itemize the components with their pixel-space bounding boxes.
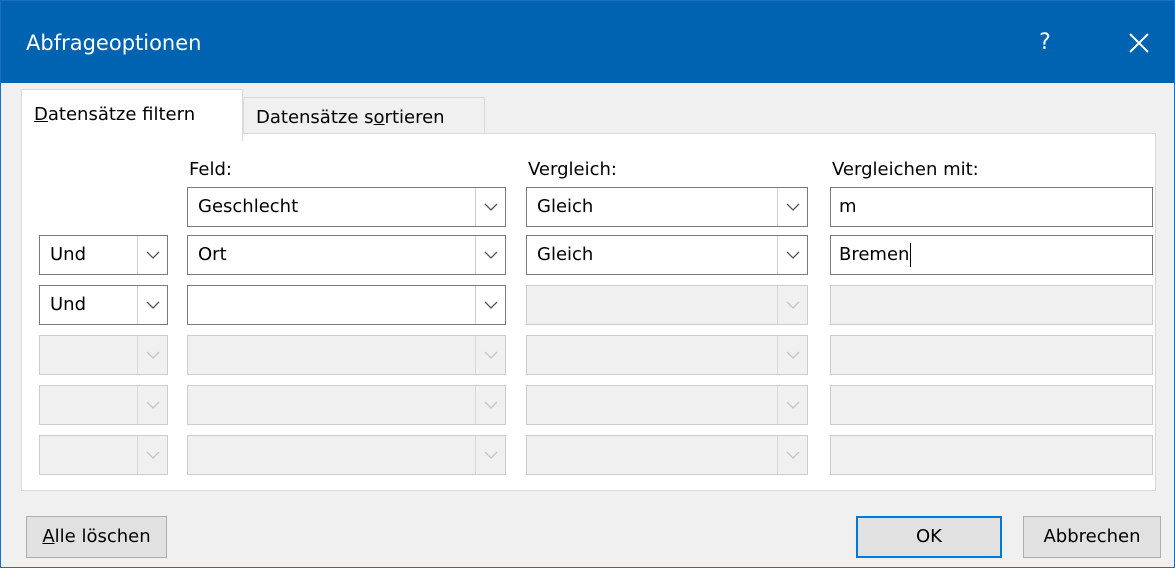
compare-value-row2[interactable]: Bremen <box>830 235 1153 275</box>
dropdown-arrow <box>137 336 167 374</box>
dropdown-arrow <box>777 286 807 324</box>
ok-button[interactable]: OK <box>856 516 1002 558</box>
compare-value-text: m <box>839 196 857 217</box>
dropdown-arrow <box>777 336 807 374</box>
chevron-down-icon <box>146 351 160 359</box>
chevron-down-icon <box>146 301 160 309</box>
dropdown-arrow <box>137 436 167 474</box>
chevron-down-icon <box>484 203 498 211</box>
comparison-combo-row5 <box>526 385 808 425</box>
field-combo-row2[interactable]: Ort <box>187 235 506 275</box>
chevron-down-icon <box>786 251 800 259</box>
compare-value-row4 <box>830 335 1153 375</box>
clear-all-label: lle löschen <box>54 526 151 547</box>
dropdown-arrow[interactable] <box>137 286 167 324</box>
chevron-down-icon <box>146 251 160 259</box>
chevron-down-icon <box>146 451 160 459</box>
chevron-down-icon <box>484 451 498 459</box>
field-combo-row6 <box>187 435 506 475</box>
dropdown-arrow[interactable] <box>475 188 505 226</box>
connector-combo-row2[interactable]: Und <box>39 235 168 275</box>
compare-value-row5 <box>830 385 1153 425</box>
chevron-down-icon <box>786 451 800 459</box>
tab-sort-label: rtieren <box>384 107 445 128</box>
comparison-combo-row1[interactable]: Gleich <box>526 187 808 227</box>
comparison-value: Gleich <box>537 244 594 265</box>
clear-all-accel: A <box>42 526 55 547</box>
compare-value-row3 <box>830 285 1153 325</box>
comparison-combo-row6 <box>526 435 808 475</box>
field-combo-row1[interactable]: Geschlecht <box>187 187 506 227</box>
compare-value-row6 <box>830 435 1153 475</box>
field-header: Feld: <box>189 159 232 180</box>
field-value: Ort <box>198 244 227 265</box>
chevron-down-icon <box>786 301 800 309</box>
chevron-down-icon <box>146 401 160 409</box>
dropdown-arrow <box>475 336 505 374</box>
dropdown-arrow[interactable] <box>475 236 505 274</box>
connector-combo-row6 <box>39 435 168 475</box>
title-bar: Abfrageoptionen ? <box>1 1 1174 83</box>
dropdown-arrow[interactable] <box>475 286 505 324</box>
chevron-down-icon <box>484 251 498 259</box>
compare-value-row1[interactable]: m <box>830 187 1153 227</box>
chevron-down-icon <box>484 351 498 359</box>
connector-combo-row5 <box>39 385 168 425</box>
comparison-combo-row2[interactable]: Gleich <box>526 235 808 275</box>
dropdown-arrow[interactable] <box>137 236 167 274</box>
chevron-down-icon <box>786 401 800 409</box>
clear-all-button[interactable]: Alle löschen <box>26 516 167 558</box>
comparison-value: Gleich <box>537 196 594 217</box>
dropdown-arrow <box>777 436 807 474</box>
comparison-combo-row4 <box>526 335 808 375</box>
tab-sort-label-pre: Datensätze s <box>256 107 374 128</box>
text-caret <box>910 243 912 267</box>
tab-filter-records[interactable]: Datensätze filtern <box>21 89 243 141</box>
dialog-title: Abfrageoptionen <box>26 31 202 55</box>
compare-value-text: Bremen <box>839 244 910 265</box>
chevron-down-icon <box>484 301 498 309</box>
help-button[interactable]: ? <box>1021 19 1069 67</box>
field-combo-row4 <box>187 335 506 375</box>
connector-combo-row3[interactable]: Und <box>39 285 168 325</box>
close-button[interactable] <box>1111 19 1167 67</box>
dropdown-arrow <box>137 386 167 424</box>
connector-combo-row4 <box>39 335 168 375</box>
dropdown-arrow <box>475 386 505 424</box>
query-options-dialog: Abfrageoptionen ? Datensätze filtern Dat… <box>0 0 1175 568</box>
field-combo-row5 <box>187 385 506 425</box>
close-icon <box>1129 33 1149 53</box>
chevron-down-icon <box>786 203 800 211</box>
cancel-button[interactable]: Abbrechen <box>1023 516 1161 558</box>
comparison-header: Vergleich: <box>528 159 617 180</box>
field-combo-row3[interactable] <box>187 285 506 325</box>
field-value: Geschlecht <box>198 196 299 217</box>
dropdown-arrow <box>777 386 807 424</box>
dropdown-arrow[interactable] <box>777 236 807 274</box>
connector-value: Und <box>50 244 87 265</box>
tab-sort-accel: o <box>373 107 385 128</box>
chevron-down-icon <box>484 401 498 409</box>
compare-with-header: Vergleichen mit: <box>832 159 979 180</box>
tab-filter-accel: D <box>34 104 48 125</box>
connector-value: Und <box>50 294 87 315</box>
chevron-down-icon <box>786 351 800 359</box>
dropdown-arrow <box>475 436 505 474</box>
dropdown-arrow[interactable] <box>777 188 807 226</box>
comparison-combo-row3 <box>526 285 808 325</box>
tab-filter-label: atensätze filtern <box>47 104 196 125</box>
